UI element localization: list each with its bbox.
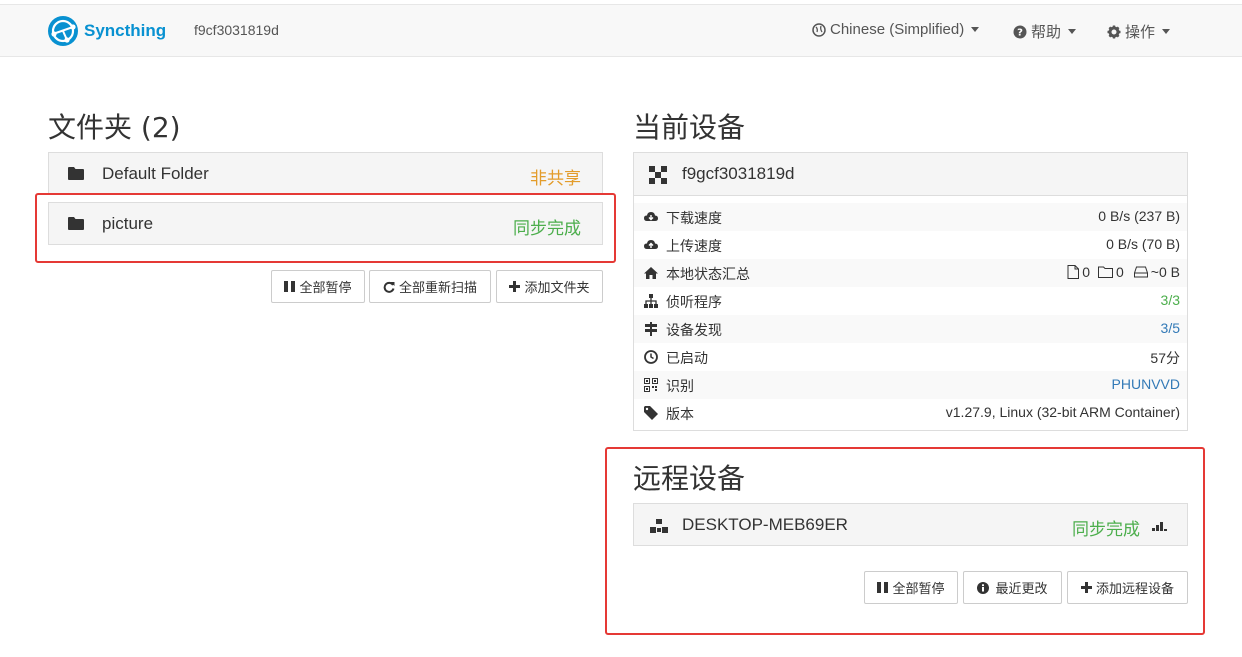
stat-label: 侦听程序 [666,295,722,311]
stat-local-state: 本地状态汇总 0 0 ~0 B [634,259,1187,287]
local-size: ~0 B [1150,264,1180,280]
language-label: Chinese (Simplified) [830,21,965,38]
svg-text:?: ? [1017,27,1023,38]
chevron-down-icon [1068,29,1077,34]
stat-uptime: 已启动 57分 [634,343,1187,371]
cloud-download-icon [644,212,658,221]
syncthing-logo-icon [48,16,78,46]
stat-version: 版本 v1.27.9, Linux (32-bit ARM Container) [634,399,1187,427]
sitemap-icon [644,294,658,308]
stat-value[interactable]: PHUNVVD [1112,376,1180,392]
this-device-name: f9gcf3031819d [682,164,795,183]
local-state-summary: 0 0 ~0 B [1067,264,1180,280]
clock-icon [644,350,658,364]
stat-label: 已启动 [666,351,708,367]
hdd-icon [1133,266,1148,278]
help-dropdown[interactable]: ? 帮助 [1013,21,1077,42]
stat-upload-rate: 上传速度 0 B/s (70 B) [634,231,1187,259]
folder-name: Default Folder [102,164,209,183]
stat-value[interactable]: 3/5 [1161,320,1180,336]
navbar-device-id: f9cf3031819d [194,22,279,38]
brand-link[interactable]: Syncthing [47,15,166,47]
actions-dropdown[interactable]: 操作 [1107,21,1171,42]
this-device-heading: 当前设备 [633,111,746,144]
pause-icon [284,281,296,292]
add-folder-label: 添加文件夹 [524,281,590,296]
stat-label: 识别 [666,379,694,395]
help-label: 帮助 [1031,24,1062,41]
stat-value: 0 B/s (70 B) [1106,236,1180,252]
stat-label: 设备发现 [666,323,722,339]
qrcode-icon [644,378,658,392]
folder-status: 非共享 [530,169,581,189]
folders-heading: 文件夹 (2) [48,111,181,144]
cloud-upload-icon [644,240,658,249]
brand-name: Syncthing [84,21,167,40]
pause-all-folders-button[interactable]: 全部暂停 [271,270,365,303]
stat-discovery: 设备发现 3/5 [634,315,1187,343]
local-dirs-count: 0 [1116,264,1124,280]
stat-label: 本地状态汇总 [666,267,750,283]
stat-listeners: 侦听程序 3/3 [634,287,1187,315]
actions-label: 操作 [1125,24,1156,41]
stat-label: 上传速度 [666,239,722,255]
gear-icon [1107,25,1121,38]
highlight-box-folder [35,193,616,263]
refresh-icon [383,281,395,293]
question-circle-icon: ? [1013,25,1027,38]
highlight-box-remote [605,447,1205,635]
tag-icon [644,406,658,420]
local-files-count: 0 [1082,264,1090,280]
device-qr-icon [649,166,667,184]
stat-value: 57分 [1150,350,1180,366]
folder-outline-icon [1098,266,1113,278]
this-device-panel: f9gcf3031819d 下载速度 0 B/s (237 B) 上传速度 0 … [633,152,1188,431]
navbar: Syncthing f9cf3031819d Chinese (Simplifi… [0,4,1242,57]
add-folder-button[interactable]: 添加文件夹 [496,270,603,303]
folder-row-default[interactable]: Default Folder 非共享 [48,152,603,195]
plus-icon [509,281,521,292]
stat-value[interactable]: 3/3 [1161,292,1180,308]
pause-all-label: 全部暂停 [299,281,352,296]
rescan-all-button[interactable]: 全部重新扫描 [369,270,491,303]
language-dropdown[interactable]: Chinese (Simplified) [812,21,980,38]
folder-icon [68,167,84,180]
signpost-icon [645,322,657,336]
chevron-down-icon [1162,29,1171,34]
rescan-all-label: 全部重新扫描 [398,281,477,296]
stat-value: 0 B/s (237 B) [1098,208,1180,224]
home-icon [644,267,658,279]
file-icon [1067,265,1080,279]
this-device-header[interactable]: f9gcf3031819d [634,153,1187,196]
stat-label: 版本 [666,407,694,423]
stat-value: v1.27.9, Linux (32-bit ARM Container) [945,404,1180,420]
stat-download-rate: 下载速度 0 B/s (237 B) [634,203,1187,231]
globe-icon [812,22,826,37]
stat-label: 下载速度 [666,211,722,227]
chevron-down-icon [971,27,980,32]
stat-identification: 识别 PHUNVVD [634,371,1187,399]
